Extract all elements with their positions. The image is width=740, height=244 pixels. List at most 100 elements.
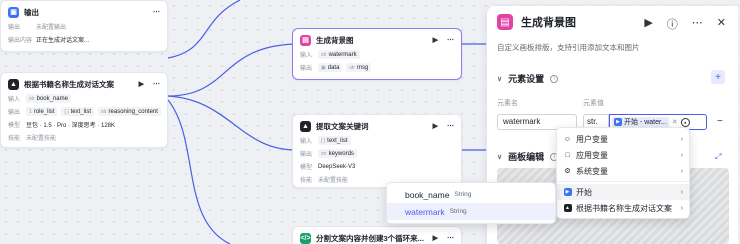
menu-item-user-variables[interactable]: ☺ 用户变量 › (557, 131, 689, 147)
panel-title: 生成背景图 (521, 17, 576, 29)
node-title: 根据书籍名称生成对话文案 (24, 79, 114, 89)
row-value: 未配置输出 (36, 25, 67, 31)
node-title: 输出 (24, 7, 39, 17)
node-generate-background[interactable]: ▤ 生成背景图 ▶ ⋯ 输入 str watermark 输出 ▣ data str… (292, 28, 462, 80)
panel-description: 自定义画板排版，支持引用添加文本和图片 (497, 43, 640, 52)
llm-node-icon: ▲ (300, 120, 311, 132)
menu-item-label: 系统变量 (576, 166, 608, 176)
add-element-button[interactable]: + (711, 70, 725, 84)
section-title: 画板编辑 (508, 152, 545, 162)
skill-value: 未配置技能 (26, 136, 57, 142)
node-title: 生成背景图 (316, 35, 354, 45)
menu-item-start[interactable]: ▶ 开始 › (557, 184, 689, 200)
section-title: 元素设置 (508, 74, 545, 84)
llm-node-icon: ▲ (8, 78, 19, 90)
more-icon[interactable]: ⋯ (447, 36, 454, 44)
variable-name: watermark (405, 206, 445, 217)
menu-item-app-variables[interactable]: □ 应用变量 › (557, 147, 689, 163)
chevron-right-icon: › (680, 167, 683, 175)
submenu-item-book-name[interactable]: book_name String (387, 186, 555, 203)
row-key: 输出 (300, 152, 313, 158)
chevron-down-icon: ∨ (497, 75, 503, 83)
start-icon: ▶ (614, 118, 622, 126)
variable-type: String (454, 191, 472, 198)
run-icon[interactable]: ▶ (433, 122, 438, 130)
chevron-down-icon: ∨ (497, 153, 503, 161)
expand-icon[interactable]: ⤢ (715, 152, 721, 162)
input-tag: [ ] text_list (318, 136, 351, 145)
system-icon: ⚙ (564, 168, 571, 175)
chevron-right-icon: › (680, 135, 683, 143)
skill-value: 未配置技能 (318, 178, 349, 184)
row-key: 技能 (8, 136, 21, 142)
app-icon: □ (565, 151, 570, 159)
run-icon[interactable]: ▶ (139, 80, 144, 88)
section-canvas-edit[interactable]: ∨ 画板编辑 i (497, 150, 559, 163)
image-node-icon: ▤ (497, 14, 513, 30)
start-variables-submenu: book_name String watermark String (386, 182, 556, 224)
output-tag: 1 role_list (26, 107, 58, 116)
more-icon[interactable]: ⋯ (153, 80, 160, 88)
submenu-item-watermark[interactable]: watermark String (387, 203, 555, 220)
run-icon[interactable]: ▶ (433, 234, 438, 242)
model-value: 豆包 · 1.5 · Pro · 深度思考 · 128K (26, 123, 116, 129)
variable-tag: ▶ 开始 - water... (612, 116, 669, 128)
model-value: DeepSeek-V3 (318, 163, 356, 170)
row-key: 输出 (8, 25, 21, 31)
menu-item-label: 根据书籍名称生成对话文案 (576, 203, 672, 213)
chevron-right-icon: › (680, 204, 683, 212)
row-key: 技能 (300, 178, 313, 184)
row-key: 输入 (300, 139, 313, 145)
node-extract-keywords[interactable]: ▲ 提取文案关键词 ▶ ⋯ 输入 [ ] text_list 输出 str keyw… (292, 114, 462, 188)
node-llm[interactable]: ▲ 根据书籍名称生成对话文案 ▶ ⋯ 输入 str book_name 输出 1r… (0, 72, 168, 148)
row-key: 输出 (300, 66, 313, 72)
chevron-right-icon: › (680, 188, 683, 196)
remove-element-button[interactable]: − (717, 116, 723, 127)
variable-name: book_name (405, 189, 450, 200)
row-key: 输入 (300, 53, 313, 59)
start-icon: ▶ (563, 188, 572, 196)
node-title: 提取文案关键词 (316, 121, 369, 131)
column-label-value: 元素值 (583, 100, 604, 107)
menu-divider (557, 181, 689, 182)
output-tag: [ ] text_list (61, 107, 94, 116)
output-tag: str reasoning_content (97, 107, 161, 116)
menu-item-llm-node[interactable]: ▲ 根据书籍名称生成对话文案 › (557, 200, 689, 216)
row-key: 输出内容 (8, 38, 33, 44)
run-icon[interactable]: ▶ (644, 16, 652, 32)
variable-type: String (449, 208, 467, 215)
more-icon[interactable]: ⋯ (153, 8, 160, 16)
close-icon[interactable]: ✕ (717, 16, 726, 32)
row-key: 模型 (300, 165, 313, 171)
help-icon[interactable]: ⓘ (667, 16, 678, 32)
input-tag: str book_name (26, 94, 71, 103)
info-icon: i (550, 74, 559, 83)
remove-tag-icon[interactable]: ✕ (672, 118, 678, 126)
user-icon: ☺ (563, 135, 572, 143)
row-value: 正在生成对话文案... (36, 38, 90, 44)
node-output[interactable]: ▣ 输出 ⋯ 输出 未配置输出 输出内容 正在生成对话文案... (0, 0, 168, 52)
target-icon[interactable]: ● (680, 117, 690, 127)
llm-icon: ▲ (563, 204, 572, 212)
column-label-name: 元素名 (497, 100, 518, 107)
output-tag: ▣ data (318, 63, 343, 72)
image-node-icon: ▤ (300, 34, 311, 46)
more-icon[interactable]: ⋯ (447, 234, 454, 242)
run-icon[interactable]: ▶ (433, 36, 438, 44)
node-loop[interactable]: </> 分割文案内容并创建3个循环来... ▶ ⋯ (292, 226, 462, 244)
menu-item-label: 应用变量 (576, 150, 608, 160)
output-tag: str keywords (318, 149, 357, 158)
node-title: 分割文案内容并创建3个循环来... (316, 233, 424, 243)
more-icon[interactable]: ⋯ (447, 122, 454, 130)
menu-item-system-variables[interactable]: ⚙ 系统变量 › (557, 163, 689, 179)
row-key: 输入 (8, 97, 21, 103)
menu-item-label: 用户变量 (576, 134, 608, 144)
loop-node-icon: </> (300, 232, 311, 244)
menu-item-label: 开始 (576, 187, 592, 197)
output-tag: str msg (346, 63, 372, 72)
chevron-right-icon: › (680, 151, 683, 159)
more-icon[interactable]: ⋯ (692, 16, 703, 32)
output-node-icon: ▣ (8, 6, 19, 18)
section-element-settings[interactable]: ∨ 元素设置 i (497, 72, 559, 85)
input-tag: str watermark (318, 50, 360, 59)
